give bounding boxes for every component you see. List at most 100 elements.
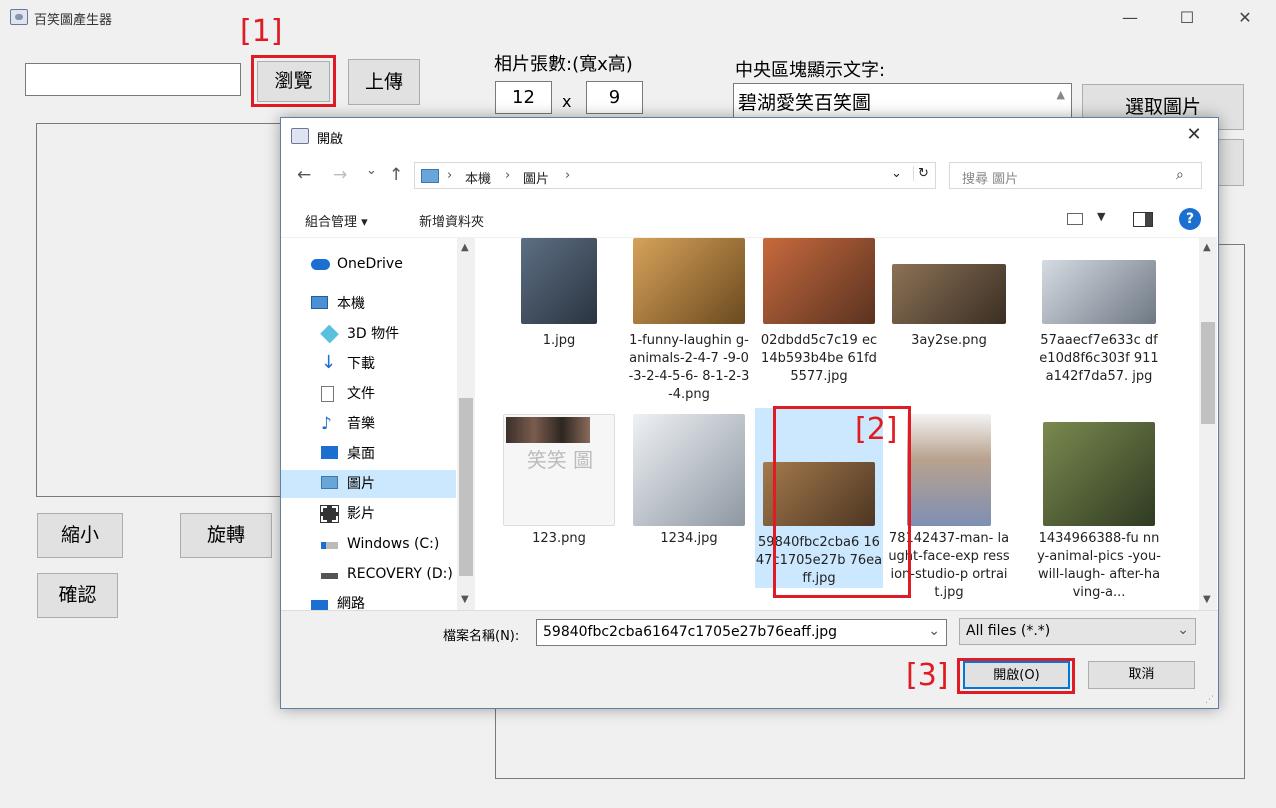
new-folder-button[interactable]: 新增資料夾	[419, 211, 484, 230]
file-thumbnail	[763, 238, 875, 324]
breadcrumb-this-pc[interactable]: 本機	[465, 168, 491, 187]
nav-item-documents[interactable]: 文件	[321, 380, 471, 408]
nav-item-label: 文件	[347, 386, 375, 402]
width-input[interactable]: 12	[495, 81, 552, 114]
nav-item-pictures[interactable]: 圖片	[281, 470, 456, 498]
dialog-app-icon	[291, 128, 309, 144]
step-3-highlight	[957, 658, 1075, 694]
file-thumbnail	[892, 264, 1006, 324]
nav-item-label: Windows (C:)	[347, 536, 440, 552]
nav-scrollbar-thumb[interactable]	[459, 398, 473, 576]
dialog-close-button[interactable]: ✕	[1179, 124, 1209, 148]
nav-item-drive-c[interactable]: Windows (C:)	[321, 530, 471, 558]
file-name: 1234.jpg	[660, 531, 718, 546]
chevron-down-icon[interactable]: ⌄	[928, 623, 940, 639]
preview-pane-icon[interactable]	[1133, 212, 1153, 227]
file-tile[interactable]: 57aaecf7e633c dfe10d8f6c303f 911a142f7da…	[1037, 260, 1161, 386]
center-text-label: 中央區塊顯示文字:	[735, 60, 886, 81]
nav-item-onedrive[interactable]: OneDrive	[311, 250, 471, 278]
shrink-button[interactable]: 縮小	[37, 513, 123, 558]
pictures-folder-icon	[421, 169, 439, 183]
file-path-input[interactable]	[25, 63, 241, 96]
maximize-button[interactable]: ☐	[1165, 4, 1209, 32]
face-strip-image	[506, 417, 590, 443]
organize-menu[interactable]: 組合管理 ▾	[305, 211, 368, 230]
height-input[interactable]: 9	[586, 81, 643, 114]
file-name: 123.png	[532, 531, 586, 546]
breadcrumb-separator: ›	[447, 168, 453, 183]
nav-item-label: RECOVERY (D:)	[347, 566, 453, 582]
scroll-down-icon[interactable]: ▼	[1203, 594, 1211, 605]
nav-item-label: 本機	[337, 296, 365, 312]
chevron-down-icon[interactable]: ⌄	[1177, 622, 1189, 638]
scroll-up-icon[interactable]: ▲	[1203, 242, 1211, 253]
filename-input[interactable]: 59840fbc2cba61647c1705e27b76eaff.jpg ⌄	[536, 619, 947, 646]
help-icon[interactable]: ?	[1179, 208, 1201, 230]
confirm-button[interactable]: 確認	[37, 573, 118, 618]
scroll-up-icon[interactable]: ▲	[461, 242, 469, 253]
filename-value: 59840fbc2cba61647c1705e27b76eaff.jpg	[543, 624, 838, 640]
upload-button[interactable]: 上傳	[348, 59, 420, 105]
drive-icon	[321, 573, 338, 579]
file-tile[interactable]: 3ay2se.png	[887, 264, 1011, 350]
view-dropdown-icon[interactable]: ▼	[1097, 210, 1105, 223]
nav-item-3d-objects[interactable]: 3D 物件	[320, 320, 471, 348]
nav-item-this-pc[interactable]: 本機	[311, 290, 471, 318]
filename-label: 檔案名稱(N):	[443, 629, 520, 644]
nav-scrollbar[interactable]: ▲ ▼	[457, 238, 475, 610]
rotate-button[interactable]: 旋轉	[180, 513, 272, 558]
recent-dropdown-icon[interactable]: ⌄	[366, 163, 377, 178]
file-name: 1-funny-laughin g-animals-2-4-7 -9-0-3-2…	[628, 333, 750, 402]
search-box[interactable]: 搜尋 圖片 ⌕	[949, 162, 1202, 189]
cancel-button[interactable]: 取消	[1088, 661, 1195, 689]
nav-item-music[interactable]: ♪ 音樂	[321, 410, 471, 438]
app-icon	[10, 9, 28, 25]
close-button[interactable]: ✕	[1223, 4, 1267, 32]
nav-item-label: 桌面	[347, 446, 375, 462]
open-file-dialog: 開啟 ✕ ← → ⌄ ↑ › 本機 › 圖片 › ⌄ ↻ 搜尋 圖片 ⌕ 組合管…	[280, 117, 1219, 709]
file-thumbnail	[1042, 260, 1156, 324]
nav-item-label: 音樂	[347, 416, 375, 432]
dialog-title: 開啟	[317, 132, 344, 147]
file-list-scrollbar[interactable]: ▲ ▼	[1199, 238, 1217, 610]
back-arrow-icon[interactable]: ←	[297, 165, 311, 185]
nav-item-desktop[interactable]: 桌面	[321, 440, 471, 468]
file-tile[interactable]: 1.jpg	[497, 238, 621, 350]
minimize-button[interactable]: —	[1108, 4, 1152, 32]
nav-item-videos[interactable]: 影片	[320, 500, 471, 528]
nav-item-network[interactable]: 網路	[311, 590, 471, 610]
view-options-icon[interactable]	[1067, 213, 1083, 225]
file-tile[interactable]: 02dbdd5c7c19 ec14b593b4be 61fd5577.jpg	[757, 238, 881, 386]
search-icon: ⌕	[1176, 167, 1184, 183]
times-label: x	[562, 92, 572, 111]
browse-button[interactable]: 瀏覽	[257, 61, 330, 102]
resize-grip-icon[interactable]: ⋰	[1205, 695, 1214, 705]
refresh-icon[interactable]: ↻	[913, 166, 929, 181]
scroll-down-icon[interactable]: ▼	[461, 594, 469, 605]
breadcrumb-separator: ›	[505, 168, 511, 183]
step-3-label: [3]	[906, 658, 949, 693]
file-tile[interactable]: 1234.jpg	[627, 414, 751, 548]
command-bar: 組合管理 ▾ 新增資料夾 ▼ ?	[281, 202, 1218, 238]
chevron-up-icon[interactable]: ▲	[1057, 88, 1065, 101]
up-arrow-icon[interactable]: ↑	[389, 165, 403, 185]
file-name: 3ay2se.png	[911, 333, 987, 348]
file-tile[interactable]: 笑笑 圖 123.png	[497, 414, 621, 548]
file-list-scrollbar-thumb[interactable]	[1201, 322, 1215, 424]
file-tile[interactable]: 1-funny-laughin g-animals-2-4-7 -9-0-3-2…	[627, 238, 751, 404]
preview-panel	[36, 123, 286, 497]
nav-item-drive-d[interactable]: RECOVERY (D:)	[321, 560, 471, 588]
nav-item-label: OneDrive	[337, 256, 403, 272]
address-bar[interactable]: › 本機 › 圖片 › ⌄ ↻	[414, 162, 936, 189]
forward-arrow-icon[interactable]: →	[333, 165, 347, 185]
file-tile[interactable]: 1434966388-fu nny-animal-pics -you-will-…	[1037, 422, 1161, 602]
chevron-down-icon[interactable]: ⌄	[891, 166, 902, 181]
breadcrumb-pictures[interactable]: 圖片	[523, 168, 549, 187]
video-icon	[320, 505, 339, 523]
file-type-select[interactable]: All files (*.*) ⌄	[959, 618, 1196, 645]
window-title: 百笑圖產生器	[34, 13, 113, 28]
desktop-icon	[321, 446, 338, 459]
download-icon: ↓	[321, 352, 337, 373]
nav-item-downloads[interactable]: ↓ 下載	[321, 350, 471, 378]
file-type-value: All files (*.*)	[966, 623, 1051, 639]
